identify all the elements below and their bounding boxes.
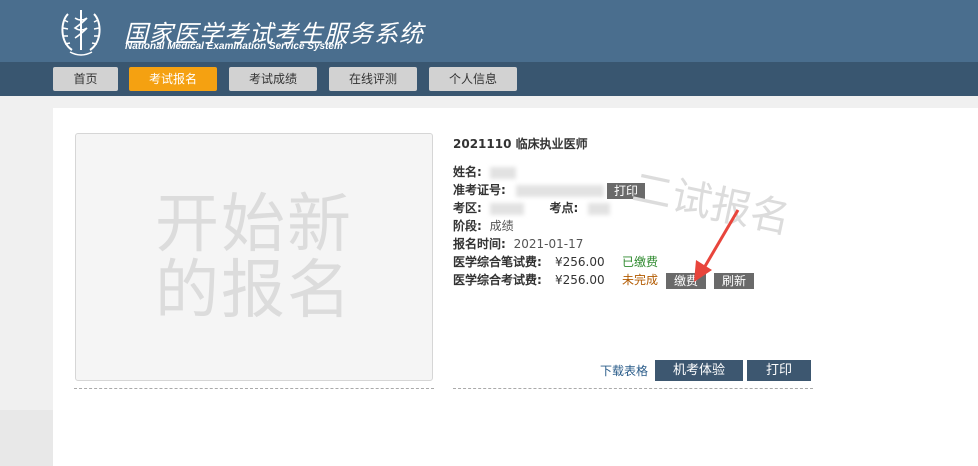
computer-exam-trial-button[interactable]: 机考体验 <box>655 360 743 381</box>
annotation-arrow-icon <box>694 209 740 282</box>
site-redacted <box>588 202 611 215</box>
fee2-amount: ¥256.00 <box>555 273 605 287</box>
fee1-row: 医学综合笔试费: <box>453 254 542 271</box>
name-label: 姓名: <box>453 165 482 179</box>
medical-emblem-icon <box>61 10 101 56</box>
nav-item-home[interactable]: 首页 <box>53 67 118 91</box>
reg-time-value: 2021-01-17 <box>513 237 584 251</box>
card-divider <box>74 388 434 389</box>
new-registration-text: 开始新 的报名 <box>76 192 432 324</box>
new-registration-card[interactable]: 开始新 的报名 <box>75 133 433 381</box>
name-redacted <box>489 166 516 179</box>
name-row: 姓名: <box>453 164 516 181</box>
district-row: 考区: 考点: <box>453 200 611 217</box>
fee1-status: 已缴费 <box>622 255 659 269</box>
fee2-label: 医学综合考试费: <box>453 273 542 287</box>
nav-item-personal-info[interactable]: 个人信息 <box>429 67 517 91</box>
district-label: 考区: <box>453 201 482 215</box>
new-registration-line1: 开始新 <box>155 188 353 262</box>
site-label: 考点: <box>549 201 579 215</box>
exam-title: 2021110 临床执业医师 <box>453 137 588 151</box>
reg-time-row: 报名时间: 2021-01-17 <box>453 236 583 253</box>
nav-item-online-assessment[interactable]: 在线评测 <box>329 67 417 91</box>
stage-row: 阶段: 成绩 <box>453 218 514 235</box>
ticket-row: 准考证号: <box>453 182 604 199</box>
ticket-redacted <box>515 184 604 197</box>
download-form-link[interactable]: 下载表格 <box>600 362 648 379</box>
fee2-row: 医学综合考试费: <box>453 272 542 289</box>
new-registration-line2: 的报名 <box>155 254 353 328</box>
fee1-label: 医学综合笔试费: <box>453 255 542 269</box>
stage-value: 成绩 <box>489 219 514 233</box>
print-button[interactable]: 打印 <box>747 360 811 381</box>
main-nav: 首页 考试报名 考试成绩 在线评测 个人信息 <box>0 62 978 96</box>
info-divider <box>453 388 813 389</box>
header-bar: 国家医学考试考生服务系统 National Medical Examinatio… <box>0 0 978 62</box>
stage-label: 阶段: <box>453 219 482 233</box>
left-strip <box>0 410 53 466</box>
nav-item-exam-registration[interactable]: 考试报名 <box>129 67 217 91</box>
nav-item-exam-results[interactable]: 考试成绩 <box>229 67 317 91</box>
fee2-status: 未完成 <box>622 273 659 287</box>
ticket-label: 准考证号: <box>453 183 506 197</box>
site-subtitle: National Medical Examination Service Sys… <box>125 41 343 52</box>
reg-time-label: 报名时间: <box>453 237 506 251</box>
fee1-amount: ¥256.00 <box>555 255 605 269</box>
district-redacted <box>489 202 524 215</box>
